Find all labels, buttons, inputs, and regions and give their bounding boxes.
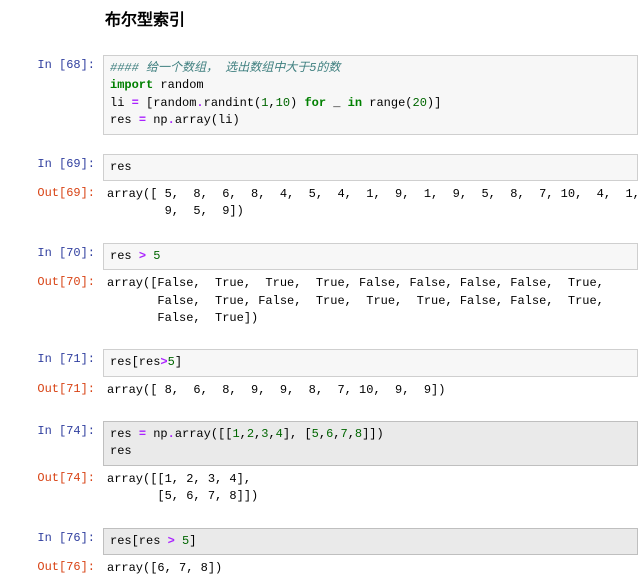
code-token: array([False, True, True, True, False, F… bbox=[107, 276, 604, 290]
output-cell: Out[69]: array([ 5, 8, 6, 8, 4, 5, 4, 1, … bbox=[0, 183, 638, 224]
code-token: ] bbox=[189, 534, 196, 548]
output-prompt: Out[71]: bbox=[0, 379, 103, 396]
code-token: 5 bbox=[182, 534, 189, 548]
code-token: , bbox=[268, 96, 275, 110]
input-cell: In [70]:res > 5 bbox=[0, 243, 638, 270]
code-token: res bbox=[110, 444, 132, 458]
code-token: [5, 6, 7, 8]]) bbox=[107, 489, 258, 503]
input-prompt: In [76]: bbox=[0, 528, 103, 545]
notebook-cells: In [68]:#### 给一个数组， 选出数组中大于5的数 import ra… bbox=[0, 38, 638, 580]
code-token: array([6, 7, 8]) bbox=[107, 561, 222, 575]
code-token: , bbox=[240, 427, 247, 441]
code-token: 9, 5, 9]) bbox=[107, 204, 244, 218]
input-prompt: In [69]: bbox=[0, 154, 103, 171]
code-token: = bbox=[139, 113, 146, 127]
code-token: , bbox=[319, 427, 326, 441]
code-token: . bbox=[196, 96, 203, 110]
output-cell: Out[74]:array([[1, 2, 3, 4], [5, 6, 7, 8… bbox=[0, 468, 638, 509]
code-token: 1 bbox=[232, 427, 239, 441]
code-area[interactable]: res[res>5] bbox=[103, 349, 638, 376]
code-token: res bbox=[110, 427, 139, 441]
code-token: _ bbox=[326, 96, 348, 110]
code-token: li bbox=[110, 96, 132, 110]
input-prompt: In [70]: bbox=[0, 243, 103, 260]
code-token: 5 bbox=[153, 249, 160, 263]
code-token: False, True, False, True, True, True, Fa… bbox=[107, 294, 604, 308]
code-area[interactable]: #### 给一个数组， 选出数组中大于5的数 import random li … bbox=[103, 55, 638, 135]
code-token: res[res bbox=[110, 355, 160, 369]
code-token: random bbox=[153, 78, 203, 92]
output-text: array([ 8, 6, 8, 9, 9, 8, 7, 10, 9, 9]) bbox=[103, 379, 638, 402]
code-token: ) bbox=[290, 96, 304, 110]
output-prompt: Out[69]: bbox=[0, 183, 103, 200]
section-heading: 布尔型索引 bbox=[0, 0, 638, 38]
output-text: array([[1, 2, 3, 4], [5, 6, 7, 8]]) bbox=[103, 468, 638, 509]
code-token: 10 bbox=[276, 96, 290, 110]
code-token: . bbox=[168, 113, 175, 127]
code-token: 8 bbox=[355, 427, 362, 441]
code-token: 4 bbox=[276, 427, 283, 441]
code-token: ] bbox=[175, 355, 182, 369]
code-token: > bbox=[160, 355, 167, 369]
output-prompt: Out[76]: bbox=[0, 557, 103, 574]
input-cell: In [71]:res[res>5] bbox=[0, 349, 638, 376]
code-token: #### 给一个数组， 选出数组中大于5的数 bbox=[110, 61, 340, 75]
code-token: res bbox=[110, 113, 139, 127]
code-token: 2 bbox=[247, 427, 254, 441]
output-cell: Out[76]: array([6, 7, 8]) bbox=[0, 557, 638, 580]
code-token bbox=[175, 534, 182, 548]
code-token: [random bbox=[139, 96, 197, 110]
code-token: range( bbox=[362, 96, 412, 110]
code-area[interactable]: res bbox=[103, 154, 638, 181]
code-token: array(li) bbox=[175, 113, 240, 127]
input-cell: In [69]: res bbox=[0, 154, 638, 181]
code-token: np bbox=[146, 427, 168, 441]
code-area[interactable]: res > 5 bbox=[103, 243, 638, 270]
code-area[interactable]: res[res > 5] bbox=[103, 528, 638, 555]
code-token: ], [ bbox=[283, 427, 312, 441]
code-token: , bbox=[268, 427, 275, 441]
code-token: > bbox=[168, 534, 175, 548]
input-cell: In [76]:res[res > 5] bbox=[0, 528, 638, 555]
input-prompt: In [71]: bbox=[0, 349, 103, 366]
code-token: array([[ bbox=[175, 427, 233, 441]
code-token: for bbox=[304, 96, 326, 110]
code-token: 20 bbox=[413, 96, 427, 110]
code-token: 7 bbox=[340, 427, 347, 441]
input-prompt: In [68]: bbox=[0, 55, 103, 72]
code-token: = bbox=[139, 427, 146, 441]
code-token: False, True]) bbox=[107, 311, 258, 325]
code-token: np bbox=[146, 113, 168, 127]
code-token: , bbox=[348, 427, 355, 441]
output-text: array([6, 7, 8]) bbox=[103, 557, 638, 580]
code-token: )] bbox=[427, 96, 441, 110]
code-token: ]]) bbox=[362, 427, 384, 441]
output-cell: Out[71]: array([ 8, 6, 8, 9, 9, 8, 7, 10,… bbox=[0, 379, 638, 402]
output-prompt: Out[70]: bbox=[0, 272, 103, 289]
code-token: in bbox=[348, 96, 362, 110]
code-token: array([ 5, 8, 6, 8, 4, 5, 4, 1, 9, 1, 9,… bbox=[107, 187, 638, 201]
output-text: array([ 5, 8, 6, 8, 4, 5, 4, 1, 9, 1, 9,… bbox=[103, 183, 638, 224]
code-token: randint( bbox=[204, 96, 262, 110]
code-token: . bbox=[168, 427, 175, 441]
code-token: = bbox=[132, 96, 139, 110]
output-text: array([False, True, True, True, False, F… bbox=[103, 272, 638, 330]
output-prompt: Out[74]: bbox=[0, 468, 103, 485]
input-cell: In [74]:res = np.array([[1,2,3,4], [5,6,… bbox=[0, 421, 638, 466]
code-token: 5 bbox=[168, 355, 175, 369]
input-cell: In [68]:#### 给一个数组， 选出数组中大于5的数 import ra… bbox=[0, 55, 638, 135]
code-token: import bbox=[110, 78, 153, 92]
input-prompt: In [74]: bbox=[0, 421, 103, 438]
code-token: res[res bbox=[110, 534, 168, 548]
output-cell: Out[70]: array([False, True, True, True, … bbox=[0, 272, 638, 330]
code-token: res bbox=[110, 160, 132, 174]
code-token: res bbox=[110, 249, 139, 263]
code-area[interactable]: res = np.array([[1,2,3,4], [5,6,7,8]]) r… bbox=[103, 421, 638, 466]
code-token: array([[1, 2, 3, 4], bbox=[107, 472, 251, 486]
code-token: 5 bbox=[312, 427, 319, 441]
code-token: > bbox=[139, 249, 146, 263]
code-token: array([ 8, 6, 8, 9, 9, 8, 7, 10, 9, 9]) bbox=[107, 383, 445, 397]
